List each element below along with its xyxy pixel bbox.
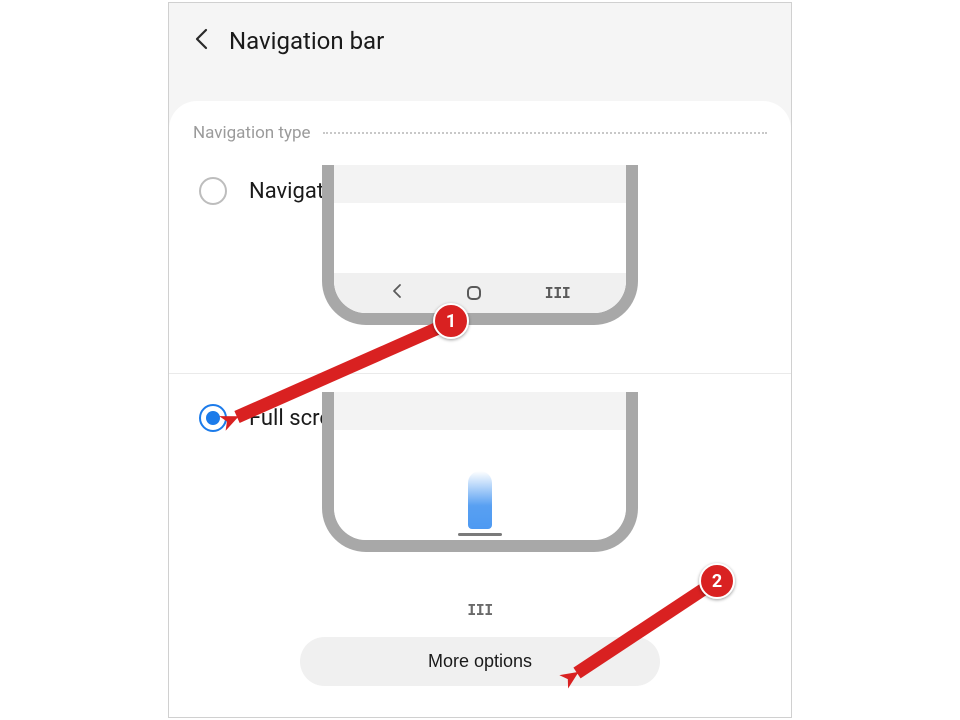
- card-background: Navigation type Navigation buttons: [169, 79, 791, 717]
- swipe-up-icon: [450, 448, 510, 536]
- nav-back-icon: [390, 283, 404, 303]
- section-label: Navigation type: [193, 123, 311, 143]
- back-icon[interactable]: [193, 28, 211, 54]
- section-divider-dots: [323, 132, 767, 134]
- nav-recents-icon: III: [545, 284, 571, 302]
- header: Navigation bar: [169, 3, 791, 79]
- swipe-indicator-icon: [468, 471, 492, 529]
- phone-frame-icon: III: [322, 165, 638, 325]
- settings-screen: Navigation bar Navigation type Navigatio…: [168, 2, 792, 718]
- preview-full-screen-gestures: [193, 442, 767, 582]
- option-divider: [169, 373, 791, 374]
- nav-bar-strip: III: [334, 273, 626, 313]
- preview-navigation-buttons: III: [193, 215, 767, 355]
- phone-frame-icon: [322, 392, 638, 552]
- settings-card: Navigation type Navigation buttons: [169, 101, 791, 717]
- phone-screen: III: [334, 203, 626, 313]
- phone-screen: [334, 430, 626, 540]
- nav-home-icon: [467, 286, 481, 300]
- gesture-hint-recents: III: [193, 600, 767, 619]
- more-options-button[interactable]: More options: [300, 637, 660, 686]
- page-title: Navigation bar: [229, 27, 384, 55]
- radio-full-screen-gestures[interactable]: [199, 404, 227, 432]
- radio-navigation-buttons[interactable]: [199, 177, 227, 205]
- section-header: Navigation type: [193, 123, 767, 143]
- gesture-handle-icon: [458, 533, 502, 536]
- nav-recents-icon: III: [467, 601, 493, 619]
